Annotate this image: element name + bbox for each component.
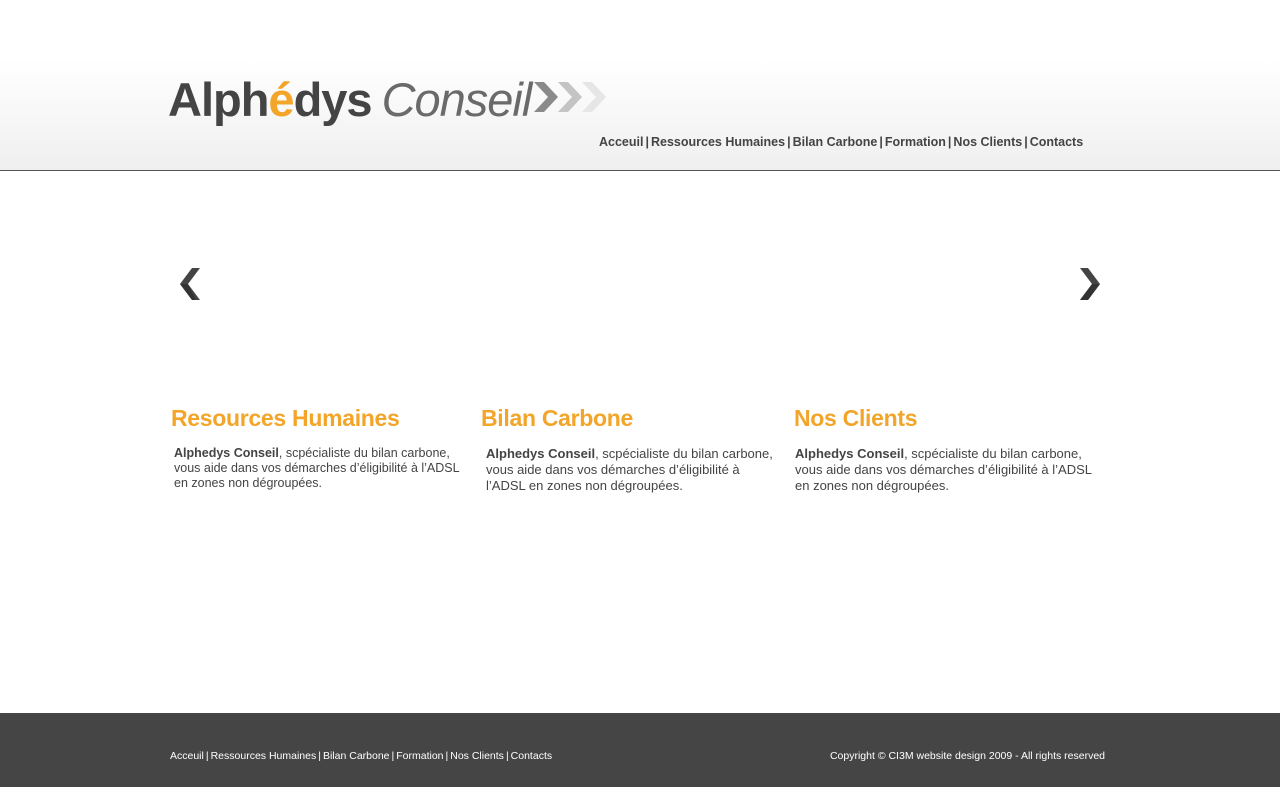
column-company-name: Alphedys Conseil — [486, 446, 596, 461]
nav-separator: | — [947, 135, 952, 149]
nav-item-bilan-carbone[interactable]: Bilan Carbone — [793, 135, 878, 149]
footer-nav-separator: | — [391, 750, 395, 762]
chevron-right-icon[interactable] — [1076, 264, 1106, 304]
triple-chevron-right-icon — [534, 82, 606, 112]
nav-separator: | — [879, 135, 883, 149]
footer-nav-item-formation[interactable]: Formation — [396, 750, 443, 762]
logo-brand-part1: Alph — [168, 73, 269, 126]
column-title[interactable]: Nos Clients — [794, 402, 1099, 434]
column-description: Alphedys Conseil, scpécialiste du bilan … — [794, 446, 1094, 494]
copyright-text: Copyright © CI3M website design 2009 - A… — [829, 750, 1105, 762]
chevron-left-icon[interactable] — [174, 264, 204, 304]
image-slider — [0, 172, 1280, 392]
site-footer: Acceuil | Ressources Humaines | Bilan Carbon… — [0, 713, 1280, 787]
nav-separator: | — [787, 135, 791, 149]
column-resources-humaines: Resources Humaines Alphedys Conseil, scp… — [171, 402, 476, 491]
column-description: Alphedys Conseil, scpécialiste du bilan … — [481, 446, 781, 494]
nav-item-nos-clients[interactable]: Nos Clients — [953, 135, 1022, 149]
site-header: Alphédys Conseil Acceuil | Ressources Humai… — [0, 0, 1280, 171]
nav-item-contacts[interactable]: Contacts — [1030, 135, 1083, 149]
logo-brand-part2: dys — [293, 73, 373, 126]
nav-item-ressources-humaines[interactable]: Ressources Humaines — [651, 135, 785, 149]
column-company-name: Alphedys Conseil — [174, 446, 279, 460]
nav-item-acceuil[interactable]: Acceuil — [599, 135, 643, 149]
logo-brand-accent: é — [268, 73, 294, 126]
footer-nav-item-nos-clients[interactable]: Nos Clients — [450, 750, 504, 762]
column-bilan-carbone: Bilan Carbone Alphedys Conseil, scpécial… — [481, 402, 786, 494]
main-nav: Acceuil | Ressources Humaines | Bilan Carbon… — [599, 133, 1083, 151]
footer-nav-item-ressources-humaines[interactable]: Ressources Humaines — [211, 750, 317, 762]
site-logo[interactable]: Alphédys Conseil — [168, 70, 533, 130]
nav-separator: | — [1024, 135, 1028, 149]
column-company-name: Alphedys Conseil — [795, 446, 905, 461]
column-title[interactable]: Resources Humaines — [171, 402, 476, 434]
column-description: Alphedys Conseil, scpécialiste du bilan … — [171, 446, 471, 491]
nav-item-formation[interactable]: Formation — [885, 135, 946, 149]
nav-separator: | — [645, 135, 649, 149]
logo-brand: Alphédys — [168, 73, 373, 126]
footer-nav-item-contacts[interactable]: Contacts — [511, 750, 552, 762]
footer-nav-separator: | — [318, 750, 321, 762]
footer-nav-item-acceuil[interactable]: Acceuil — [170, 750, 204, 762]
footer-nav-separator: | — [205, 750, 209, 762]
logo-suffix: Conseil — [381, 73, 533, 126]
footer-nav: Acceuil | Ressources Humaines | Bilan Carbon… — [170, 749, 552, 763]
column-title[interactable]: Bilan Carbone — [481, 402, 786, 434]
column-nos-clients: Nos Clients Alphedys Conseil, scpécialis… — [794, 402, 1099, 494]
footer-nav-item-bilan-carbone[interactable]: Bilan Carbone — [323, 750, 390, 762]
footer-nav-separator: | — [505, 750, 509, 762]
footer-nav-separator: | — [445, 750, 449, 762]
